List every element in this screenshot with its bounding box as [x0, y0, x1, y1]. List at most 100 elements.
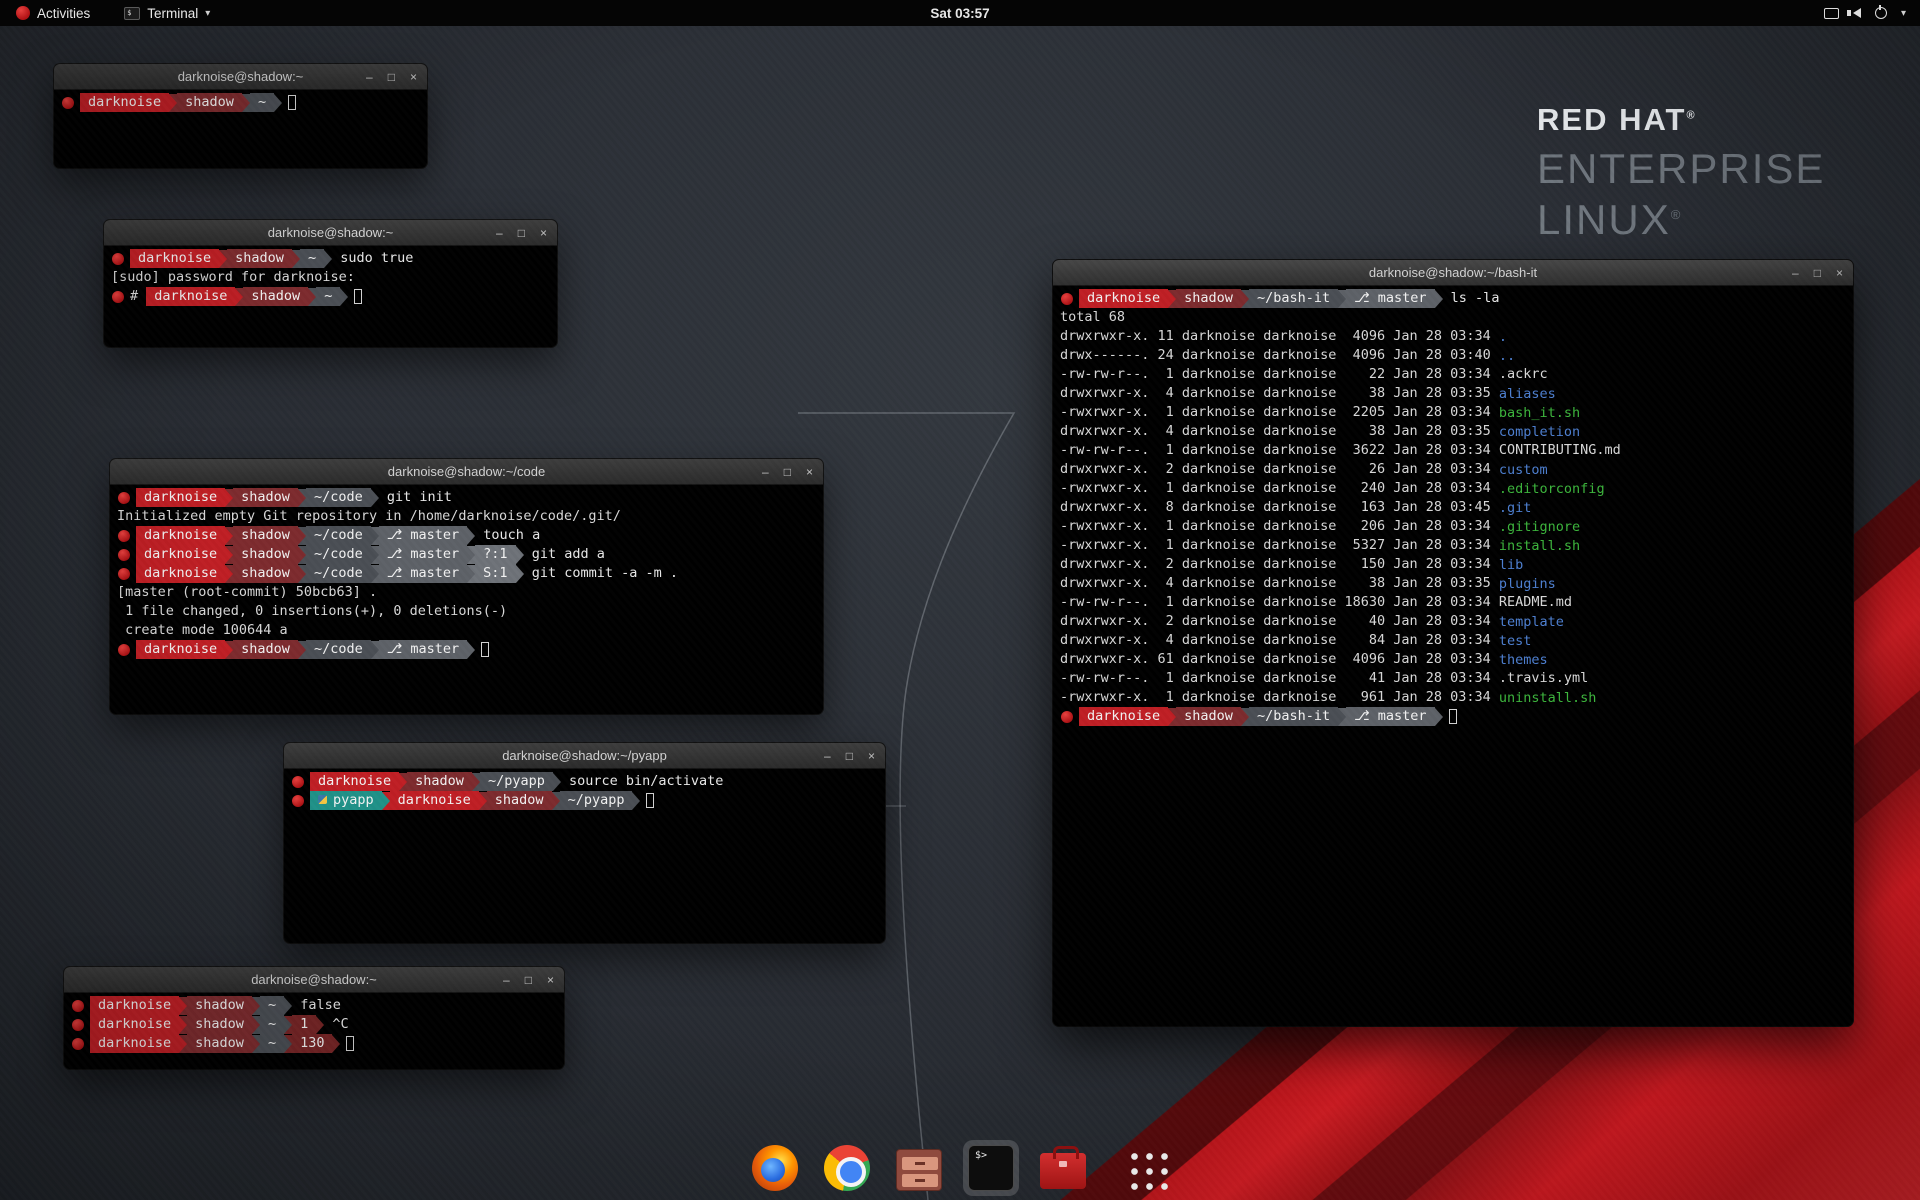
terminal-window-w6[interactable]: darknoise@shadow:~/bash-it–□×darknoisesh…: [1053, 260, 1853, 1026]
terminal-content[interactable]: darknoiseshadow~ sudo true[sudo] passwor…: [104, 246, 557, 309]
display-icon[interactable]: [1824, 8, 1839, 19]
close-button[interactable]: ×: [806, 459, 813, 485]
terminal-content[interactable]: darknoiseshadow~/bash-it⎇ master ls -lat…: [1053, 286, 1853, 729]
window-titlebar[interactable]: darknoise@shadow:~/code –□ ×: [110, 459, 823, 485]
terminal-line: darknoiseshadow~/code⎇ masterS:1 git com…: [117, 564, 816, 583]
redhat-prompt-icon: [72, 1038, 84, 1050]
path-segment: ~: [316, 287, 340, 306]
redhat-prompt-icon: [1061, 293, 1073, 305]
maximize-button[interactable]: □: [518, 220, 525, 246]
terminal-window-w4[interactable]: darknoise@shadow:~/pyapp –□ × darknoise shad…: [284, 743, 885, 943]
activities-button[interactable]: Activities: [10, 0, 96, 26]
app-menu-terminal[interactable]: $ Terminal ▾: [118, 0, 216, 26]
dock-files[interactable]: [891, 1141, 947, 1196]
terminal-window-w2[interactable]: darknoise@shadow:~–□×darknoiseshadow~ su…: [104, 220, 557, 347]
terminal-window-w5[interactable]: darknoise@shadow:~–□×darknoiseshadow~ fa…: [64, 967, 564, 1069]
window-title: darknoise@shadow:~/pyapp: [502, 748, 667, 763]
host-segment: shadow: [233, 640, 298, 659]
clock[interactable]: Sat 03:57: [930, 6, 989, 21]
path-segment: ~/code: [306, 640, 371, 659]
host-segment: shadow: [187, 1015, 252, 1034]
power-icon[interactable]: [1875, 7, 1887, 19]
terminal-line: total 68: [1060, 308, 1846, 327]
dock-toolbox[interactable]: [1035, 1142, 1091, 1194]
terminal-content[interactable]: darknoiseshadow~/pyapp source bin/activa…: [284, 769, 885, 813]
system-menu-chevron-icon[interactable]: ▾: [1901, 8, 1906, 19]
powerline-separator-icon: [225, 546, 233, 564]
powerline-separator-icon: [274, 94, 282, 112]
user-segment: darknoise: [136, 488, 225, 507]
minimize-button[interactable]: –: [762, 459, 769, 485]
powerline-separator-icon: [308, 288, 316, 306]
close-button[interactable]: ×: [868, 743, 875, 769]
window-title: darknoise@shadow:~/code: [388, 464, 545, 479]
powerline-separator-icon: [324, 250, 332, 268]
powerline-separator-icon: [225, 527, 233, 545]
user-segment: darknoise: [1079, 289, 1168, 308]
minimize-button[interactable]: –: [1792, 260, 1799, 286]
powerline-separator-icon: [219, 250, 227, 268]
output-text: drwxrwxr-x. 11 darknoise darknoise 4096 …: [1060, 327, 1499, 346]
terminal-icon: [968, 1145, 1014, 1191]
terminal-content[interactable]: darknoiseshadow~ falsedarknoiseshadow~1 …: [64, 993, 564, 1056]
maximize-button[interactable]: □: [525, 967, 532, 993]
volume-icon[interactable]: [1853, 8, 1861, 18]
window-controls: –□ ×: [824, 743, 875, 769]
window-titlebar[interactable]: darknoise@shadow:~/bash-it–□×: [1053, 260, 1853, 286]
app-grid-icon: [1124, 1146, 1168, 1190]
user-segment: darknoise: [310, 772, 399, 791]
rhel-branding: RED HAT® ENTERPRISE LINUX®: [1537, 102, 1825, 243]
minimize-button[interactable]: –: [824, 743, 831, 769]
window-titlebar[interactable]: darknoise@shadow:~–□×: [64, 967, 564, 993]
path-segment: ~/code: [306, 488, 371, 507]
close-button[interactable]: ×: [1836, 260, 1843, 286]
minimize-button[interactable]: –: [366, 64, 373, 90]
directory-name: .: [1499, 329, 1507, 345]
terminal-window-w1[interactable]: darknoise@shadow:~–□×darknoiseshadow~: [54, 64, 427, 168]
terminal-app-icon: $: [124, 7, 140, 20]
dock-firefox[interactable]: [747, 1140, 803, 1196]
powerline-separator-icon: [169, 94, 177, 112]
terminal-content[interactable]: darknoiseshadow~/code git initInitialize…: [110, 485, 823, 662]
maximize-button[interactable]: □: [846, 743, 853, 769]
chrome-icon: [824, 1145, 870, 1191]
window-titlebar[interactable]: darknoise@shadow:~–□×: [104, 220, 557, 246]
close-button[interactable]: ×: [540, 220, 547, 246]
host-segment: shadow: [407, 772, 472, 791]
output-text: -rw-rw-r--. 1 darknoise darknoise 22 Jan…: [1060, 365, 1548, 384]
terminal-line: darknoiseshadow~: [61, 93, 420, 112]
user-segment: darknoise: [90, 1015, 179, 1034]
redhat-prompt-icon: [62, 97, 74, 109]
terminal-content[interactable]: darknoiseshadow~: [54, 90, 427, 115]
window-titlebar[interactable]: darknoise@shadow:~–□×: [54, 64, 427, 90]
terminal-line: # darknoiseshadow~: [111, 287, 550, 306]
close-button[interactable]: ×: [547, 967, 554, 993]
minimize-button[interactable]: –: [496, 220, 503, 246]
powerline-separator-icon: [399, 773, 407, 791]
minimize-button[interactable]: –: [503, 967, 510, 993]
dock-terminal[interactable]: [963, 1140, 1019, 1196]
powerline-separator-icon: [552, 792, 560, 810]
dock-app-grid[interactable]: [1119, 1141, 1173, 1195]
maximize-button[interactable]: □: [388, 64, 395, 90]
maximize-button[interactable]: □: [784, 459, 791, 485]
powerline-separator-icon: [371, 489, 379, 507]
terminal-line: -rw-rw-r--. 1 darknoise darknoise 41 Jan…: [1060, 669, 1846, 688]
command-text: sudo true: [332, 249, 413, 268]
maximize-button[interactable]: □: [1814, 260, 1821, 286]
toolbox-icon: [1040, 1153, 1086, 1189]
path-segment: ~/bash-it: [1249, 707, 1338, 726]
powerline-separator-icon: [340, 288, 348, 306]
output-text: drwxrwxr-x. 61 darknoise darknoise 4096 …: [1060, 650, 1499, 669]
window-titlebar[interactable]: darknoise@shadow:~/pyapp –□ ×: [284, 743, 885, 769]
host-segment: shadow: [487, 791, 552, 810]
command-text: git add a: [524, 545, 605, 564]
powerline-separator-icon: [225, 565, 233, 583]
terminal-line: drwxrwxr-x. 4 darknoise darknoise 38 Jan…: [1060, 422, 1846, 441]
terminal-window-w3[interactable]: darknoise@shadow:~/code–□×darknoiseshado…: [110, 459, 823, 714]
user-segment: darknoise: [136, 564, 225, 583]
dock-chrome[interactable]: [819, 1140, 875, 1196]
output-text: -rwxrwxr-x. 1 darknoise darknoise 2205 J…: [1060, 403, 1499, 422]
close-button[interactable]: ×: [410, 64, 417, 90]
powerline-separator-icon: [284, 1035, 292, 1053]
